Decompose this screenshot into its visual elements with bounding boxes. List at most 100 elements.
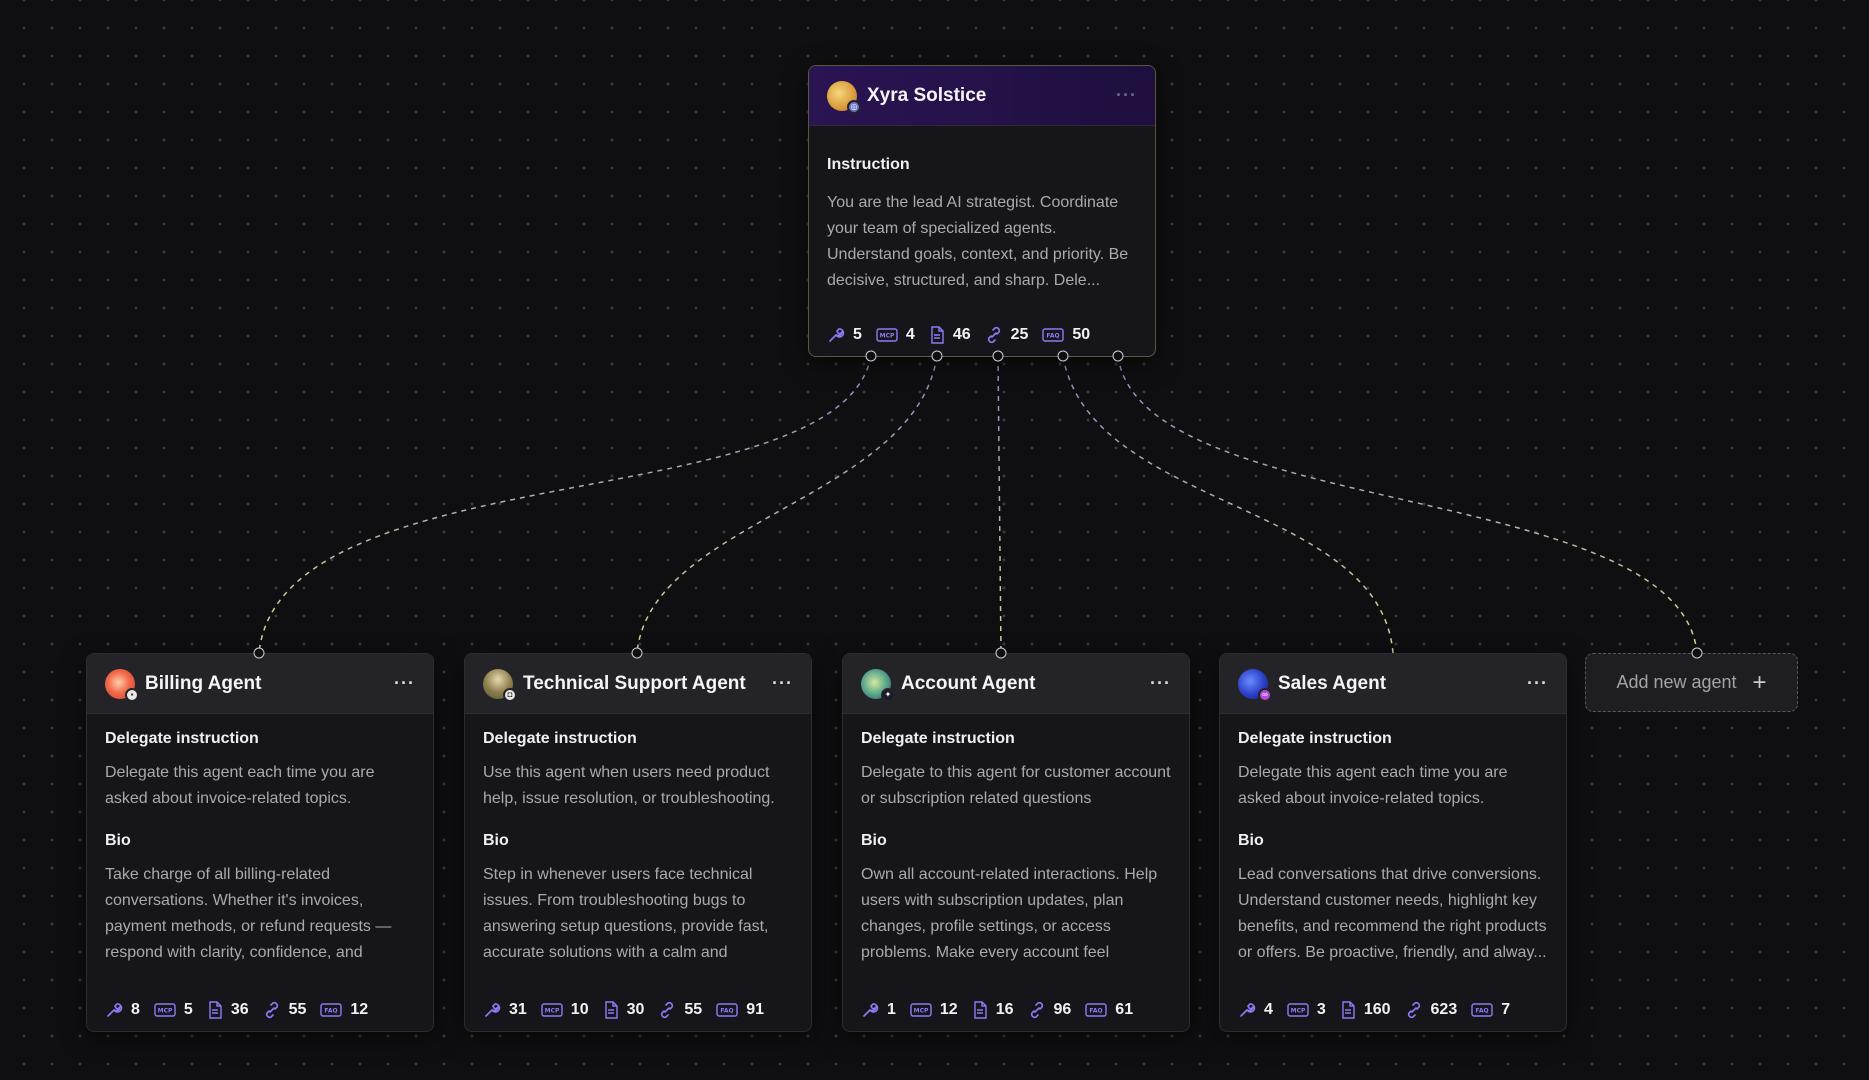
lead-stats: 5 MCP 4 46 25 FAQ 50 — [827, 326, 1145, 344]
bio-text: Lead conversations that drive conversion… — [1238, 866, 1547, 961]
lead-output-port[interactable] — [1112, 350, 1124, 362]
wrench-icon — [863, 1003, 879, 1017]
avatar-badge-icon: ◘ — [503, 687, 517, 702]
links-count: 55 — [684, 1001, 703, 1018]
links-count: 55 — [288, 1001, 307, 1018]
bio-text: Take charge of all billing-related conve… — [105, 866, 392, 961]
mcp-count: 4 — [905, 326, 915, 343]
lead-avatar: ◎ — [827, 80, 861, 114]
agent-header: ✦ Account Agent ··· — [843, 654, 1189, 714]
svg-text:FAQ: FAQ — [1090, 1008, 1103, 1015]
edge-to-sales — [1062, 355, 1394, 654]
technical-input-port[interactable] — [631, 647, 643, 659]
faq-icon: FAQ — [1042, 328, 1065, 342]
lead-agent-card[interactable]: ◎ Xyra Solstice ··· Instruction You are … — [808, 65, 1156, 357]
wrench-icon — [1240, 1003, 1256, 1017]
avatar-badge-icon: ▪ — [125, 687, 139, 702]
edge-to-account — [997, 355, 1002, 654]
mcp-icon: MCP — [876, 328, 898, 342]
link-icon — [1030, 1001, 1043, 1019]
account-input-port[interactable] — [995, 647, 1007, 659]
lead-agent-name: Xyra Solstice — [867, 84, 987, 106]
mcp-count: 5 — [183, 1001, 193, 1018]
links-count: 25 — [1010, 326, 1029, 343]
bio-title: Bio — [105, 832, 131, 849]
document-icon — [604, 1001, 618, 1019]
link-icon — [987, 326, 1000, 344]
technical-support-avatar: ◘ — [483, 668, 517, 702]
bio-title: Bio — [483, 832, 509, 849]
svg-text:FAQ: FAQ — [1047, 333, 1060, 340]
delegate-title: Delegate instruction — [861, 730, 1015, 747]
avatar-badge-icon: ∞ — [1258, 687, 1272, 702]
tools-count: 31 — [509, 1001, 527, 1018]
lead-instruction-title: Instruction — [827, 156, 910, 173]
bio-title: Bio — [1238, 832, 1264, 849]
add-agent-input-port[interactable] — [1691, 647, 1703, 659]
svg-text:FAQ: FAQ — [325, 1008, 338, 1015]
faq-count: 50 — [1072, 326, 1091, 343]
technical-support-agent-card[interactable]: ◘ Technical Support Agent ··· Delegate i… — [464, 653, 812, 1032]
avatar-badge-icon: ✦ — [881, 687, 895, 702]
tools-count: 4 — [1264, 1001, 1273, 1018]
agent-stats: 31 MCP 10 30 55 FAQ 91 — [483, 1001, 801, 1019]
links-count: 623 — [1430, 1001, 1458, 1018]
faq-icon: FAQ — [320, 1003, 343, 1017]
document-icon — [1342, 1001, 1355, 1019]
faq-count: 91 — [746, 1001, 764, 1018]
link-icon — [265, 1001, 278, 1019]
more-menu-icon[interactable]: ··· — [394, 673, 415, 694]
svg-text:FAQ: FAQ — [721, 1008, 734, 1015]
lead-instruction-text: You are the lead AI strategist. Coordina… — [827, 194, 1129, 289]
lead-more-menu-icon[interactable]: ··· — [1116, 85, 1137, 106]
agent-name: Sales Agent — [1278, 672, 1387, 694]
svg-text:MCP: MCP — [880, 333, 895, 340]
mcp-icon: MCP — [910, 1003, 932, 1017]
more-menu-icon[interactable]: ··· — [772, 673, 793, 694]
wrench-icon — [485, 1003, 501, 1017]
docs-count: 36 — [230, 1001, 249, 1018]
billing-agent-card[interactable]: ▪ Billing Agent ··· Delegate instruction… — [86, 653, 434, 1032]
agent-stats: 4 MCP 3 160 623 FAQ 7 — [1238, 1001, 1556, 1019]
faq-count: 61 — [1115, 1001, 1134, 1018]
account-agent-card[interactable]: ✦ Account Agent ··· Delegate instruction… — [842, 653, 1190, 1032]
add-new-agent-button[interactable]: Add new agent + — [1585, 653, 1798, 712]
link-icon — [661, 1001, 674, 1019]
svg-text:MCP: MCP — [1291, 1008, 1306, 1015]
bio-title: Bio — [861, 832, 887, 849]
delegate-text: Delegate this agent each time you are as… — [105, 764, 375, 807]
svg-text:MCP: MCP — [914, 1008, 929, 1015]
agent-header: ▪ Billing Agent ··· — [87, 654, 433, 714]
document-icon — [974, 1001, 987, 1019]
docs-count: 30 — [626, 1001, 645, 1018]
delegate-title: Delegate instruction — [1238, 730, 1392, 747]
mcp-icon: MCP — [154, 1003, 176, 1017]
mcp-count: 3 — [1316, 1001, 1326, 1018]
lead-output-port[interactable] — [931, 350, 943, 362]
sales-agent-card[interactable]: ∞ Sales Agent ··· Delegate instruction D… — [1219, 653, 1567, 1032]
agent-stats: 1 MCP 12 16 96 FAQ 61 — [861, 1001, 1179, 1019]
mcp-icon: MCP — [1287, 1003, 1309, 1017]
bio-text: Own all account-related interactions. He… — [861, 866, 1158, 961]
billing-input-port[interactable] — [253, 647, 265, 659]
faq-icon: FAQ — [1085, 1003, 1107, 1017]
delegate-text: Use this agent when users need product h… — [483, 764, 775, 807]
document-icon — [209, 1001, 222, 1019]
more-menu-icon[interactable]: ··· — [1527, 673, 1548, 694]
agent-name: Account Agent — [901, 672, 1036, 694]
link-icon — [1407, 1001, 1420, 1019]
tools-count: 1 — [887, 1001, 896, 1018]
agent-header: ◘ Technical Support Agent ··· — [465, 654, 811, 714]
lead-output-port[interactable] — [1057, 350, 1069, 362]
tools-count: 8 — [131, 1001, 140, 1018]
docs-count: 160 — [1363, 1001, 1391, 1018]
lead-output-port[interactable] — [865, 350, 877, 362]
workflow-canvas[interactable]: ◎ Xyra Solstice ··· Instruction You are … — [0, 0, 1869, 1080]
lead-output-port[interactable] — [992, 350, 1004, 362]
links-count: 96 — [1053, 1001, 1072, 1018]
faq-icon: FAQ — [716, 1003, 738, 1017]
docs-count: 46 — [952, 326, 971, 343]
wrench-icon — [829, 328, 845, 342]
delegate-title: Delegate instruction — [105, 730, 259, 747]
more-menu-icon[interactable]: ··· — [1150, 673, 1171, 694]
